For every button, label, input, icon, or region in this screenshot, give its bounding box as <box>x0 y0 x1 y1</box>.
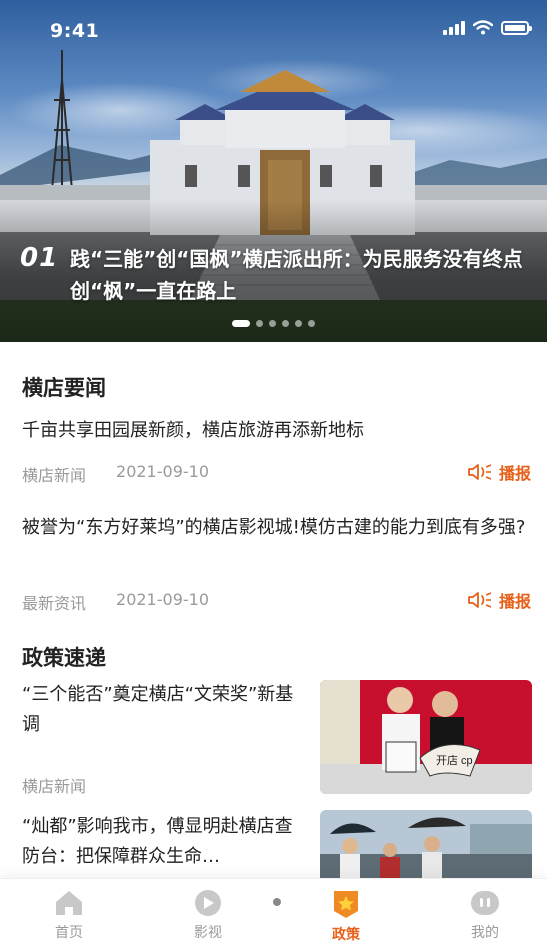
news-date: 2021-09-10 <box>116 590 209 609</box>
hero-slide-index: 01 <box>20 243 59 273</box>
news-source: 最新资讯 <box>22 594 87 613</box>
section-title-policy: 政策速递 <box>22 646 106 670</box>
carousel-pagination[interactable] <box>232 320 315 327</box>
news-item-title[interactable]: 千亩共享田园展新颜，横店旅游再添新地标 <box>22 416 532 446</box>
thumbnail-photo-celebrities: 开店 cp <box>320 680 532 794</box>
news-source: 横店新闻 <box>22 466 87 485</box>
tab-label: 我的 <box>471 925 499 941</box>
policy-item-title[interactable]: “三个能否”奠定横店“文荣奖”新基调 <box>22 680 302 740</box>
hero-headline[interactable]: 践“三能”创“国枫”横店派出所：为民服务没有终点 创“枫”一直在路上 <box>70 243 530 307</box>
bottom-tab-bar: 首页 影视 政策 我的 <box>0 878 547 944</box>
thumbnail-fan-text: 开店 cp <box>436 753 473 767</box>
tab-home[interactable]: 首页 <box>29 889 109 942</box>
thumbnail-photo-umbrellas <box>320 810 532 880</box>
carousel-dot[interactable] <box>269 320 276 327</box>
home-icon <box>56 891 82 915</box>
tab-label: 首页 <box>55 925 83 941</box>
tab-label: 政策 <box>332 927 360 943</box>
carousel-dot[interactable] <box>256 320 263 327</box>
carousel-dot[interactable] <box>308 320 315 327</box>
policy-item-thumbnail[interactable]: 开店 cp <box>320 680 532 794</box>
tab-label: 影视 <box>194 925 222 941</box>
speaker-icon <box>468 464 492 480</box>
cellular-signal-icon <box>443 20 465 35</box>
section-title-news: 横店要闻 <box>22 376 106 400</box>
play-label: 播报 <box>498 592 531 611</box>
news-date: 2021-09-10 <box>116 462 209 481</box>
policy-item-meta: 横店新闻 <box>22 773 86 797</box>
play-label: 播报 <box>498 464 531 483</box>
tab-profile[interactable]: 我的 <box>445 889 525 942</box>
news-item-meta: 横店新闻 2021-09-10 <box>22 462 209 486</box>
profile-icon <box>471 891 499 915</box>
policy-star-icon <box>334 891 358 918</box>
hero-banner[interactable]: 9:41 01 践“三能”创“国枫”横店派出所：为民服务没有终点 创“枫”一直在… <box>0 0 547 342</box>
carousel-dot[interactable] <box>295 320 302 327</box>
policy-item-title[interactable]: “灿都”影响我市，傅显明赴横店查防台：把保障群众生命… <box>22 812 302 872</box>
carousel-dot[interactable] <box>232 320 250 327</box>
status-icons <box>443 20 532 35</box>
status-bar: 9:41 <box>0 0 547 64</box>
play-broadcast-button[interactable]: 播报 <box>467 588 531 612</box>
floating-indicator-dot <box>273 898 281 906</box>
policy-item-thumbnail[interactable] <box>320 810 532 880</box>
battery-icon <box>501 20 532 35</box>
carousel-dot[interactable] <box>282 320 289 327</box>
speaker-icon <box>468 592 492 608</box>
video-icon <box>195 890 221 916</box>
play-broadcast-button[interactable]: 播报 <box>467 460 531 484</box>
news-item-meta: 最新资讯 2021-09-10 <box>22 590 209 614</box>
status-time: 9:41 <box>50 20 100 42</box>
news-item-title[interactable]: 被誉为“东方好莱坞”的横店影视城!模仿古建的能力到底有多强? <box>22 513 532 543</box>
policy-source: 横店新闻 <box>22 777 87 796</box>
tab-video[interactable]: 影视 <box>168 889 248 942</box>
tab-policy[interactable]: 政策 <box>306 889 386 944</box>
wifi-icon <box>473 20 493 35</box>
